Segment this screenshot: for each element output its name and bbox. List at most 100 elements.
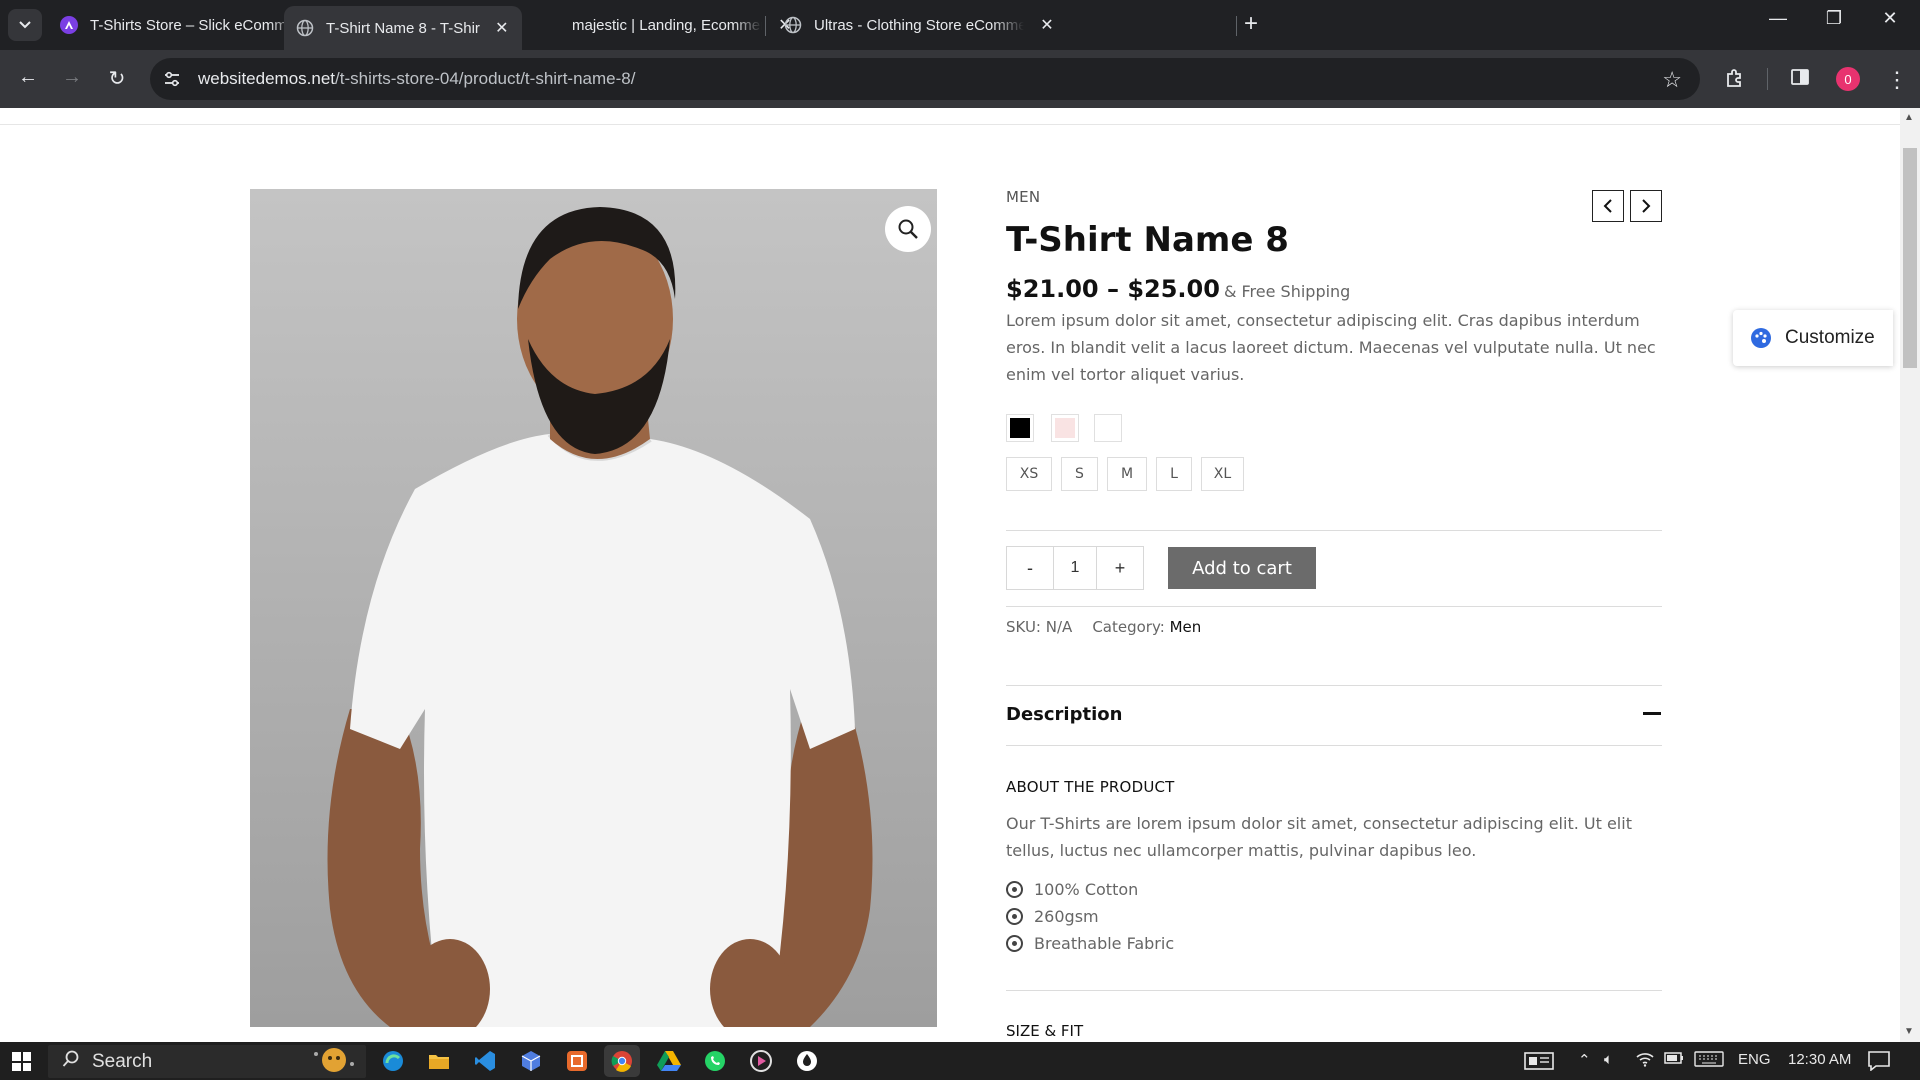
extensions-puzzle-icon[interactable]: [1724, 67, 1746, 95]
app-drop-icon[interactable]: [794, 1048, 820, 1074]
whatsapp-icon[interactable]: [702, 1048, 728, 1074]
price-range: $21.00 – $25.00: [1006, 275, 1220, 303]
color-swatch-pink[interactable]: [1051, 414, 1079, 442]
shipping-note: & Free Shipping: [1223, 282, 1351, 301]
chevron-down-icon: [19, 21, 31, 29]
tab-separator: [765, 16, 766, 36]
category-link[interactable]: Men: [1170, 618, 1202, 636]
product-price: $21.00 – $25.00 & Free Shipping: [1006, 275, 1350, 303]
app-cube-icon[interactable]: [518, 1048, 544, 1074]
next-product-button[interactable]: [1630, 190, 1662, 222]
quantity-increase-button[interactable]: +: [1097, 547, 1143, 589]
tab-title: T-Shirts Store – Slick eCommerce: [90, 16, 300, 34]
profile-avatar[interactable]: 0: [1836, 67, 1860, 91]
notifications-icon[interactable]: [1868, 1051, 1890, 1075]
feature-text: Breathable Fabric: [1034, 934, 1175, 953]
close-tab-icon[interactable]: ✕: [1038, 15, 1056, 35]
media-player-icon[interactable]: [748, 1048, 774, 1074]
divider: [1006, 745, 1662, 746]
product-category-label[interactable]: MEN: [1006, 188, 1040, 206]
size-option-xs[interactable]: XS: [1006, 457, 1052, 491]
windows-start-icon[interactable]: [12, 1052, 31, 1071]
browser-toolbar: ← → ↻ websitedemos.net/t-shirts-store-04…: [0, 50, 1920, 108]
vscode-icon[interactable]: [472, 1048, 498, 1074]
forward-arrow-icon[interactable]: →: [58, 66, 86, 89]
zoom-button[interactable]: [885, 206, 931, 252]
language-indicator[interactable]: ENG: [1738, 1051, 1771, 1068]
back-arrow-icon[interactable]: ←: [14, 66, 42, 89]
minimize-icon[interactable]: —: [1758, 8, 1798, 29]
header-divider: [0, 124, 1900, 125]
profile-initial: 0: [1844, 71, 1852, 87]
toolbar-divider: [1767, 68, 1768, 90]
close-window-icon[interactable]: ✕: [1870, 8, 1910, 29]
customize-button[interactable]: Customize: [1733, 310, 1893, 366]
url-path: /t-shirts-store-04/product/t-shirt-name-…: [335, 69, 636, 88]
description-tab-heading[interactable]: Description: [1006, 704, 1122, 725]
reload-icon[interactable]: ↻: [103, 66, 131, 91]
tab-search-button[interactable]: [8, 9, 42, 41]
battery-icon[interactable]: [1664, 1051, 1684, 1069]
feature-item: 100% Cotton: [1006, 880, 1138, 899]
close-tab-icon[interactable]: ✕: [494, 18, 510, 38]
about-product-text: Our T-Shirts are lorem ipsum dolor sit a…: [1006, 814, 1632, 860]
google-drive-icon[interactable]: [656, 1048, 682, 1074]
app-orange-icon[interactable]: [564, 1048, 590, 1074]
bookmark-star-icon[interactable]: ☆: [1662, 67, 1682, 93]
chrome-icon[interactable]: [604, 1045, 640, 1077]
magnifier-icon: [898, 219, 918, 239]
radio-bullet-icon: [1006, 908, 1023, 925]
quantity-decrease-button[interactable]: -: [1007, 547, 1053, 589]
speaker-icon[interactable]: 🔈︎: [1604, 1051, 1613, 1068]
size-option-m[interactable]: M: [1107, 457, 1147, 491]
clock[interactable]: 12:30 AM: [1788, 1051, 1851, 1068]
news-widget-icon[interactable]: [1524, 1051, 1554, 1075]
color-swatch-black[interactable]: [1006, 414, 1034, 442]
keyboard-icon[interactable]: [1694, 1051, 1724, 1071]
product-image[interactable]: [250, 189, 937, 1027]
collapse-minus-icon[interactable]: [1643, 712, 1661, 715]
browser-tab-bar: T-Shirts Store – Slick eCommerce ✕ T-Shi…: [0, 0, 1920, 50]
size-fit-heading: SIZE & FIT: [1006, 1022, 1084, 1040]
windows-taskbar: Search ⌃ 🔈︎ ENG 12:30 AM: [0, 1042, 1920, 1080]
page-scrollbar[interactable]: ▲ ▼: [1900, 108, 1920, 1042]
product-short-description: Lorem ipsum dolor sit amet, consectetur …: [1006, 311, 1656, 384]
search-highlight-icon: [310, 1044, 358, 1080]
feature-item: 260gsm: [1006, 907, 1099, 926]
divider: [1006, 990, 1662, 991]
previous-product-button[interactable]: [1592, 190, 1624, 222]
new-tab-plus-icon[interactable]: +: [1244, 10, 1258, 38]
divider: [1006, 530, 1662, 531]
file-explorer-icon[interactable]: [426, 1048, 452, 1074]
search-placeholder: Search: [92, 1050, 153, 1072]
wifi-icon[interactable]: [1636, 1051, 1654, 1071]
color-swatch-white[interactable]: [1094, 414, 1122, 442]
address-bar[interactable]: websitedemos.net/t-shirts-store-04/produ…: [150, 58, 1700, 100]
add-to-cart-button[interactable]: Add to cart: [1168, 547, 1316, 589]
menu-kebab-icon[interactable]: ⋮: [1886, 67, 1908, 93]
sku-value: N/A: [1045, 618, 1073, 636]
scroll-up-arrow-icon[interactable]: ▲: [1904, 112, 1914, 123]
side-panel-icon[interactable]: [1790, 67, 1810, 93]
globe-icon: [784, 16, 802, 34]
size-option-l[interactable]: L: [1156, 457, 1192, 491]
scrollbar-thumb[interactable]: [1903, 148, 1917, 368]
product-meta: SKU: N/A Category: Men: [1006, 618, 1201, 636]
scroll-down-arrow-icon[interactable]: ▼: [1904, 1026, 1914, 1037]
edge-browser-icon[interactable]: [380, 1048, 406, 1074]
restore-icon[interactable]: ❐: [1814, 8, 1854, 29]
search-icon: [62, 1050, 80, 1073]
tab-title: majestic | Landing, Ecommerce: [572, 16, 762, 34]
feature-item: Breathable Fabric: [1006, 934, 1174, 953]
quantity-input[interactable]: 1: [1053, 547, 1097, 589]
site-info-icon[interactable]: [162, 69, 182, 89]
browser-tab-4[interactable]: Ultras - Clothing Store eCommerce ✕: [772, 6, 1068, 44]
feature-text: 100% Cotton: [1034, 880, 1139, 899]
taskbar-search[interactable]: Search: [48, 1045, 366, 1078]
browser-tab-2[interactable]: T-Shirt Name 8 - T-Shirts Store ✕: [284, 6, 522, 50]
palette-icon: [1751, 328, 1771, 348]
size-option-xl[interactable]: XL: [1201, 457, 1244, 491]
model-photo: [250, 189, 937, 1027]
chevron-up-icon[interactable]: ⌃: [1578, 1051, 1591, 1069]
size-option-s[interactable]: S: [1061, 457, 1098, 491]
